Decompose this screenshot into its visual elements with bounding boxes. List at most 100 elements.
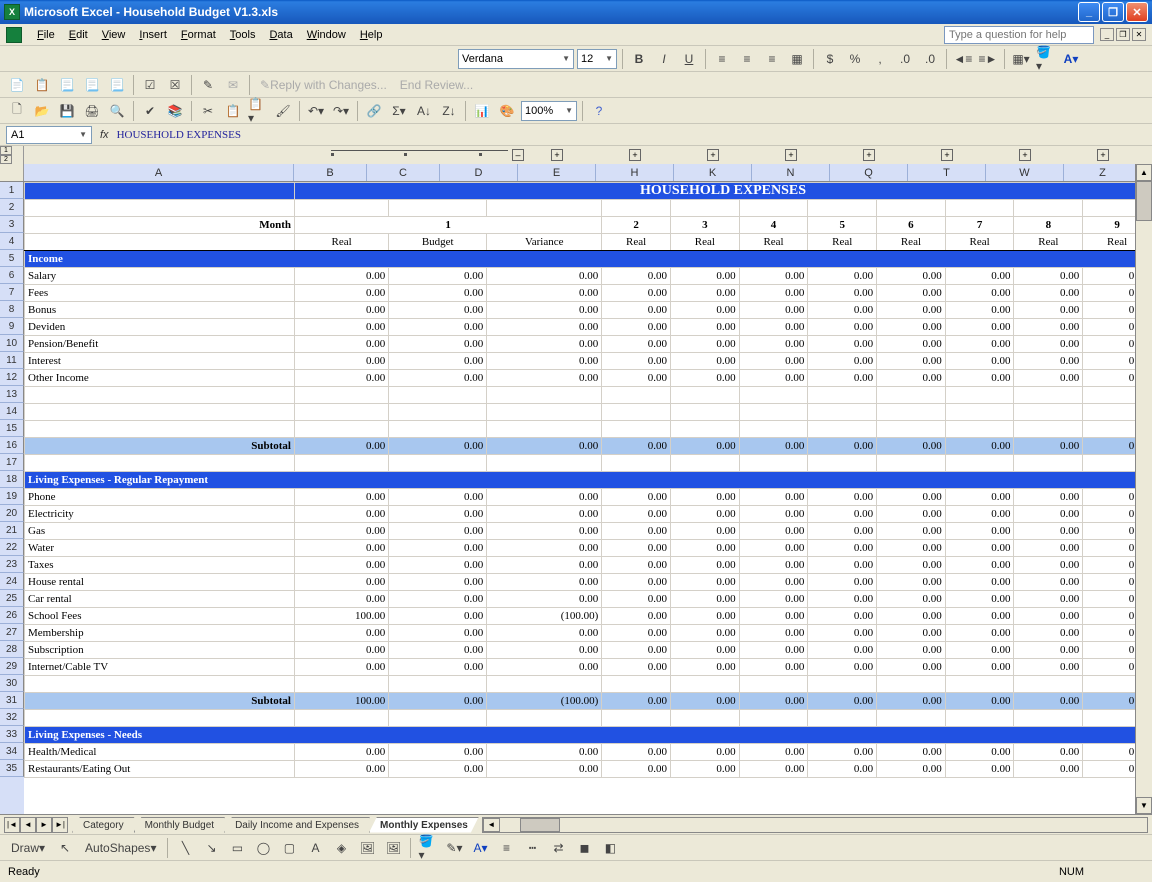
cell[interactable]: Taxes [25,557,295,574]
cell[interactable] [25,234,295,251]
expand-group-button[interactable]: + [941,149,953,161]
row-header-1[interactable]: 1 [0,182,24,199]
cell[interactable] [739,710,808,727]
cell[interactable]: 0.00 [1014,693,1083,710]
cell[interactable]: 0.00 [389,489,487,506]
line-style-button[interactable]: ≡ [495,837,517,859]
cell[interactable]: 0.00 [389,625,487,642]
cell[interactable]: 0.00 [389,285,487,302]
menu-insert[interactable]: Insert [132,27,174,43]
help-search-input[interactable] [944,26,1094,44]
oval-button[interactable]: ◯ [252,837,274,859]
cell[interactable] [1014,200,1083,217]
row-header-9[interactable]: 9 [0,318,24,335]
cell[interactable] [295,387,389,404]
decrease-decimal-button[interactable]: .0 [919,48,941,70]
cell[interactable]: 0.00 [389,370,487,387]
cell[interactable] [487,421,602,438]
undo-button[interactable]: ↶▾ [305,100,327,122]
cell[interactable]: 0.00 [877,693,946,710]
cell[interactable]: 0.00 [877,625,946,642]
cell[interactable]: 0.00 [877,574,946,591]
cell[interactable]: 8 [1014,217,1083,234]
cell[interactable]: 0.00 [945,319,1014,336]
row-header-10[interactable]: 10 [0,335,24,352]
name-box[interactable]: A1▼ [6,126,92,144]
cell[interactable]: 0.00 [487,540,602,557]
cell[interactable]: Real [602,234,671,251]
cell[interactable]: 5 [808,217,877,234]
row-header-16[interactable]: 16 [0,437,24,454]
cell[interactable]: 0.00 [602,353,671,370]
minimize-button[interactable]: _ [1078,2,1100,22]
cell[interactable]: 0.00 [602,336,671,353]
cell[interactable] [670,200,739,217]
cell[interactable]: 0.00 [295,625,389,642]
cell[interactable]: 0.00 [877,353,946,370]
3d-button[interactable]: ◧ [599,837,621,859]
cell[interactable]: 2 [602,217,671,234]
expand-group-button[interactable]: + [551,149,563,161]
dash-style-button[interactable]: ┅ [521,837,543,859]
font-color-button[interactable]: A▾ [1060,48,1082,70]
accept-button[interactable]: ☑ [139,74,161,96]
mdi-minimize-button[interactable]: _ [1100,28,1114,41]
print-button[interactable]: 🖨 [81,100,103,122]
cell[interactable]: 0.00 [808,353,877,370]
format-painter-button[interactable]: 🖌 [272,100,294,122]
cell[interactable]: 0.00 [389,761,487,778]
cell[interactable]: 0.00 [295,268,389,285]
cell[interactable]: 0.00 [670,336,739,353]
cell[interactable]: Real [670,234,739,251]
cell[interactable]: 0.00 [877,370,946,387]
align-right-button[interactable]: ≡ [761,48,783,70]
cell[interactable]: 0.00 [739,268,808,285]
cell[interactable]: 0.00 [1014,370,1083,387]
cell[interactable]: 0.00 [602,285,671,302]
cell[interactable] [487,387,602,404]
cell[interactable]: 0.00 [877,761,946,778]
cell[interactable]: 0.00 [389,744,487,761]
cell[interactable] [808,421,877,438]
cell[interactable] [739,676,808,693]
cell[interactable]: 0.00 [602,540,671,557]
cell[interactable]: Living Expenses - Needs [25,727,1152,744]
cell[interactable]: 0.00 [877,540,946,557]
cell[interactable]: 0.00 [945,693,1014,710]
cell[interactable] [877,421,946,438]
cell[interactable]: 0.00 [945,268,1014,285]
cell[interactable]: Living Expenses - Regular Repayment [25,472,1152,489]
cell[interactable]: 0.00 [808,693,877,710]
next-comment-button[interactable]: 📃 [81,74,103,96]
cell[interactable] [389,387,487,404]
outline-level-2[interactable]: 2 [0,155,12,164]
cell[interactable]: Real [295,234,389,251]
collapse-group-button[interactable]: – [512,149,524,161]
cell[interactable]: 0.00 [877,642,946,659]
cell[interactable] [670,455,739,472]
cut-button[interactable]: ✂ [197,100,219,122]
cell[interactable]: 0.00 [1014,285,1083,302]
cell[interactable]: 0.00 [295,591,389,608]
save-button[interactable]: 💾 [56,100,78,122]
comma-button[interactable]: , [869,48,891,70]
cell[interactable]: 0.00 [739,761,808,778]
increase-indent-button[interactable]: ≡► [977,48,999,70]
row-header-34[interactable]: 34 [0,743,24,760]
underline-button[interactable]: U [678,48,700,70]
cell[interactable]: 0.00 [1014,268,1083,285]
percent-button[interactable]: % [844,48,866,70]
cell[interactable]: Subtotal [25,438,295,455]
cell[interactable]: 0.00 [808,506,877,523]
col-header-C[interactable]: C [367,164,440,181]
cell[interactable]: Internet/Cable TV [25,659,295,676]
menu-help[interactable]: Help [353,27,390,43]
cell[interactable] [602,200,671,217]
cell[interactable]: 0.00 [1014,540,1083,557]
cell[interactable]: 0.00 [602,693,671,710]
cell[interactable]: 0.00 [1014,557,1083,574]
cell[interactable]: 0.00 [487,438,602,455]
cell[interactable] [739,404,808,421]
cell[interactable] [1014,676,1083,693]
cell[interactable]: 0.00 [670,438,739,455]
